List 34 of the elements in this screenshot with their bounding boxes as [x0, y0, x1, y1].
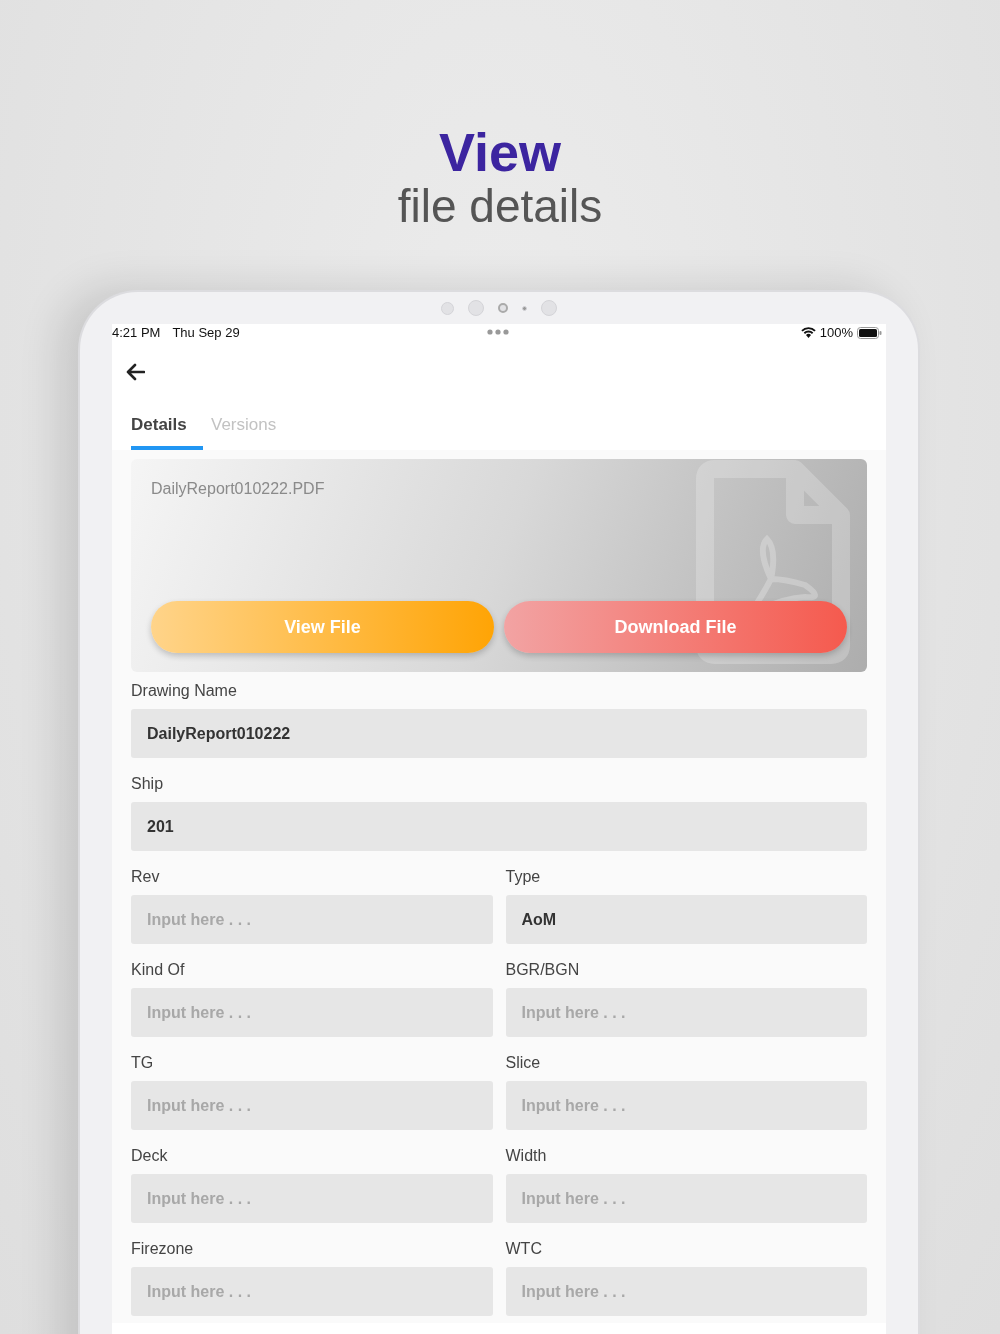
- input-field[interactable]: Input here . . .: [131, 988, 493, 1037]
- field-label: Firezone: [131, 1239, 194, 1259]
- file-name: DailyReport010222.PDF: [151, 480, 326, 498]
- field-label: Type: [505, 867, 541, 887]
- field-label: Rev: [131, 867, 160, 887]
- headline-subtitle: file details: [397, 180, 603, 232]
- field-label: Ship: [131, 774, 164, 794]
- field-label: Slice: [505, 1053, 541, 1073]
- field-label: Kind Of: [131, 960, 185, 980]
- field-label: TG: [131, 1053, 154, 1073]
- input-field[interactable]: DailyReport010222: [131, 709, 867, 758]
- battery-percent: 100%: [819, 325, 853, 340]
- field-label: Deck: [131, 1146, 168, 1166]
- input-field[interactable]: Input here . . .: [131, 1267, 493, 1316]
- input-field[interactable]: Input here . . .: [505, 1081, 867, 1130]
- input-field[interactable]: Input here . . .: [131, 1081, 493, 1130]
- wifi-icon: [800, 327, 816, 338]
- input-field[interactable]: Input here . . .: [131, 895, 493, 944]
- input-field[interactable]: Input here . . .: [505, 988, 867, 1037]
- input-field[interactable]: Input here . . .: [505, 1267, 867, 1316]
- field-label: BGR/BGN: [505, 960, 580, 980]
- field-label: WTC: [505, 1239, 542, 1259]
- back-arrow-icon[interactable]: [125, 363, 145, 381]
- status-date: Thu Sep 29: [172, 325, 240, 340]
- field-label: Drawing Name: [131, 681, 237, 701]
- battery-icon: [857, 326, 882, 339]
- field-label: Width: [505, 1146, 547, 1166]
- input-field[interactable]: AoM: [505, 895, 867, 944]
- status-time: 4:21 PM: [112, 325, 161, 340]
- input-field[interactable]: 201: [131, 802, 867, 851]
- headline-title: View: [438, 124, 562, 180]
- input-field[interactable]: Input here . . .: [131, 1174, 493, 1223]
- input-field[interactable]: Input here . . .: [505, 1174, 867, 1223]
- more-icon: [487, 329, 509, 335]
